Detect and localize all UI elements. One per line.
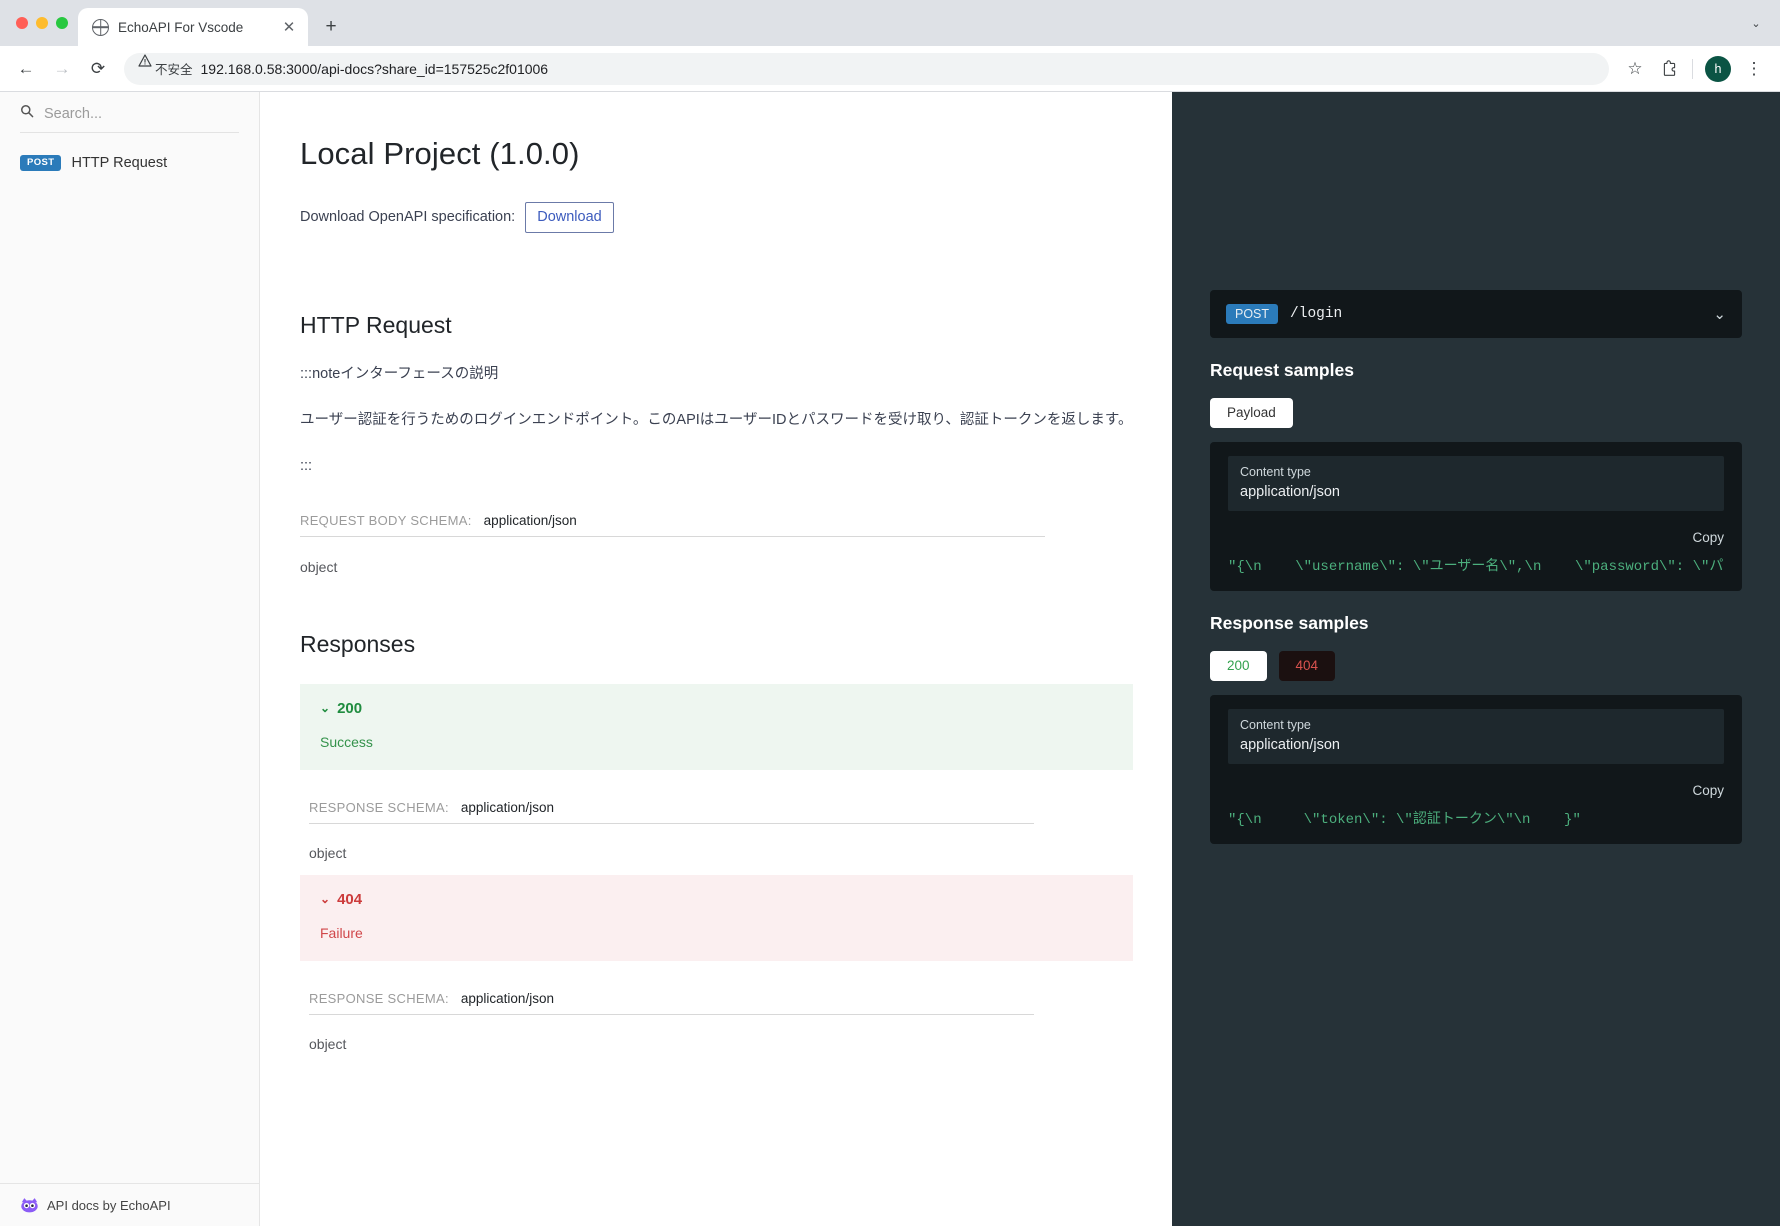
request-sample-code: "{\n \"username\": \"ユーザー名\",\n \"passwo… — [1228, 559, 1724, 576]
response-block-200[interactable]: ⌄ 200 Success — [300, 683, 1133, 770]
response-schema-label: RESPONSE SCHEMA: — [309, 799, 449, 815]
tab-response-200[interactable]: 200 — [1210, 651, 1267, 682]
response-copy-row: Copy — [1228, 783, 1724, 798]
search-icon — [20, 104, 34, 123]
copy-button[interactable]: Copy — [1692, 530, 1724, 545]
request-body-schema-value[interactable]: application/json — [484, 513, 577, 528]
maximize-window-button[interactable] — [56, 17, 68, 29]
response-schema-label: RESPONSE SCHEMA: — [309, 990, 449, 1006]
sidebar-item-http-request[interactable]: POST HTTP Request — [0, 147, 259, 179]
section-title-http-request: HTTP Request — [300, 311, 452, 338]
content-type-label: Content type — [1240, 465, 1311, 480]
close-window-button[interactable] — [16, 17, 28, 29]
response-samples-tabs: 200 404 — [1210, 651, 1742, 682]
samples-panel: POST /login ⌄ Request samples Payload Co… — [1172, 92, 1780, 1226]
response-schema-type-404: object — [309, 1035, 347, 1052]
api-doc-content: Local Project (1.0.0) Download OpenAPI s… — [260, 92, 1172, 1226]
toolbar-divider — [1692, 58, 1693, 79]
search-input[interactable] — [44, 105, 239, 122]
response-code-200[interactable]: ⌄ 200 — [320, 700, 1113, 717]
window-traffic-lights — [12, 0, 78, 46]
description-note-open: :::noteインターフェースの説明 — [300, 365, 499, 382]
close-icon[interactable]: ✕ — [280, 18, 298, 36]
content-type-value[interactable]: application/json — [1240, 737, 1712, 753]
response-code-label: 200 — [337, 699, 363, 717]
profile-avatar[interactable]: h — [1705, 55, 1731, 82]
footer-label: API docs by EchoAPI — [47, 1197, 171, 1213]
response-description-200: Success — [320, 733, 373, 750]
browser-toolbar: ← → ⟳ 不安全 192.168.0.58:3000/api-docs?sha… — [0, 46, 1780, 92]
sidebar-footer[interactable]: API docs by EchoAPI — [0, 1183, 259, 1226]
address-bar[interactable]: 不安全 192.168.0.58:3000/api-docs?share_id=… — [124, 52, 1609, 85]
request-body-schema-type: object — [300, 558, 338, 575]
chevron-down-icon: ⌄ — [320, 701, 331, 716]
chevron-down-icon[interactable]: ⌄ — [1742, 9, 1770, 37]
browser-tabstrip: EchoAPI For Vscode ✕ + ⌄ — [0, 0, 1780, 46]
minimize-window-button[interactable] — [36, 17, 48, 29]
response-schema-value[interactable]: application/json — [461, 991, 554, 1006]
security-warning[interactable]: 不安全 — [138, 53, 193, 78]
endpoint-path: /login — [1290, 306, 1343, 322]
reload-button[interactable]: ⟳ — [82, 53, 114, 85]
response-description-404: Failure — [320, 924, 363, 941]
search-row[interactable] — [20, 104, 239, 133]
request-content-type-box: Content type application/json — [1228, 456, 1724, 512]
bookmark-star-icon[interactable]: ☆ — [1619, 53, 1651, 85]
tab-response-404[interactable]: 404 — [1278, 651, 1336, 682]
description-note-close: ::: — [300, 457, 313, 474]
browser-window: EchoAPI For Vscode ✕ + ⌄ ← → ⟳ 不安全 192.1… — [0, 0, 1780, 1226]
toolbar-actions: ☆ h ⋮ — [1619, 53, 1770, 85]
request-samples-tabs: Payload — [1210, 398, 1742, 429]
download-spec-row: Download OpenAPI specification: Download — [300, 202, 1172, 233]
description-body: ユーザー認証を行うためのログインエンドポイント。このAPIはユーザーIDとパスワ… — [300, 411, 1133, 428]
response-samples-heading: Response samples — [1210, 613, 1369, 634]
back-button[interactable]: ← — [10, 53, 42, 85]
response-schema-row-200: RESPONSE SCHEMA: application/json — [309, 800, 1034, 824]
response-sample-card: Content type application/json Copy "{\n … — [1210, 695, 1742, 845]
content-type-value[interactable]: application/json — [1240, 484, 1712, 500]
response-code-label: 404 — [337, 890, 363, 908]
section-title-responses: Responses — [300, 630, 416, 657]
sidebar: POST HTTP Request API docs by EchoAPI — [0, 92, 260, 1226]
response-content-type-box: Content type application/json — [1228, 709, 1724, 765]
page-content: POST HTTP Request API docs by EchoAPI — [0, 92, 1780, 1226]
globe-icon — [92, 18, 109, 36]
request-body-schema-label: REQUEST BODY SCHEMA: — [300, 512, 472, 528]
download-spec-button[interactable]: Download — [525, 202, 614, 233]
response-schema-value[interactable]: application/json — [461, 800, 554, 815]
request-copy-row: Copy — [1228, 530, 1724, 545]
download-spec-label: Download OpenAPI specification: — [300, 209, 516, 226]
endpoint-method-badge: POST — [1226, 303, 1279, 325]
tab-payload[interactable]: Payload — [1210, 398, 1293, 429]
response-code-404[interactable]: ⌄ 404 — [320, 891, 1113, 908]
copy-button[interactable]: Copy — [1692, 783, 1724, 798]
security-warning-text: 不安全 — [155, 63, 193, 77]
request-body-schema-row: REQUEST BODY SCHEMA: application/json — [300, 513, 1045, 537]
response-schema-row-404: RESPONSE SCHEMA: application/json — [309, 991, 1034, 1015]
method-badge-post: POST — [20, 155, 62, 171]
tab-title: EchoAPI For Vscode — [118, 19, 244, 35]
request-samples-heading: Request samples — [1210, 360, 1354, 380]
new-tab-button[interactable]: + — [316, 12, 346, 42]
echoapi-owl-icon — [20, 1197, 39, 1213]
content-type-label: Content type — [1240, 718, 1311, 733]
extensions-icon[interactable] — [1653, 53, 1685, 85]
request-sample-card: Content type application/json Copy "{\n … — [1210, 442, 1742, 592]
chevron-down-icon: ⌄ — [320, 892, 331, 907]
response-sample-code: "{\n \"token\": \"認証トークン\"\n }" — [1228, 812, 1581, 829]
warning-triangle-icon — [138, 53, 152, 74]
browser-tab[interactable]: EchoAPI For Vscode ✕ — [78, 8, 308, 46]
endpoint-selector[interactable]: POST /login ⌄ — [1210, 290, 1742, 338]
response-block-404[interactable]: ⌄ 404 Failure — [300, 874, 1133, 961]
browser-menu-button[interactable]: ⋮ — [1738, 53, 1770, 85]
forward-button[interactable]: → — [46, 53, 78, 85]
page-title: Local Project (1.0.0) — [300, 136, 580, 171]
chevron-down-icon[interactable]: ⌄ — [1713, 305, 1726, 323]
response-schema-type-200: object — [309, 844, 347, 861]
sidebar-item-label: HTTP Request — [71, 155, 168, 171]
url-text: 192.168.0.58:3000/api-docs?share_id=1575… — [200, 60, 549, 77]
